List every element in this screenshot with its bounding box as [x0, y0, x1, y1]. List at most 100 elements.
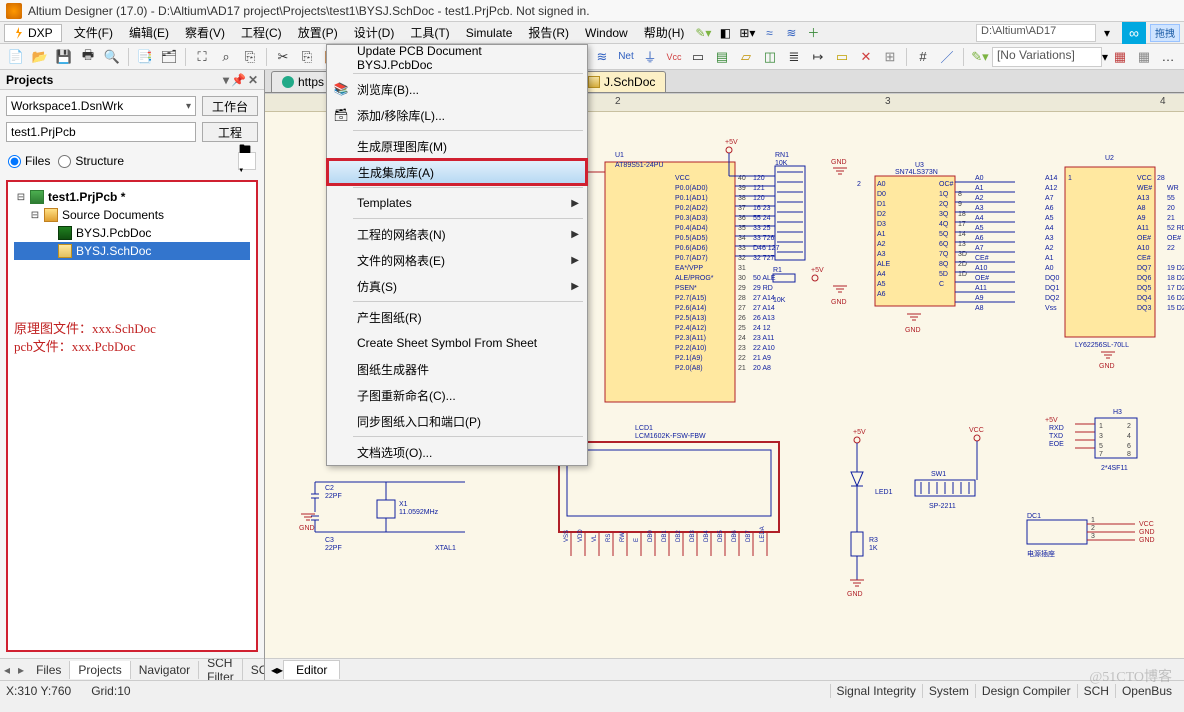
tree-folder-node[interactable]: ⊟ Source Documents: [14, 206, 250, 224]
menu-doc-options[interactable]: 文档选项(O)...: [327, 439, 587, 465]
tree-pcb-node[interactable]: BYSJ.PcbDoc: [14, 224, 250, 242]
component-icon[interactable]: ⊞▾: [738, 24, 756, 42]
menu-window[interactable]: Window: [577, 24, 636, 42]
variations-drop-icon[interactable]: ▾: [1102, 50, 1108, 64]
cut-icon[interactable]: ✂: [272, 46, 294, 68]
part-icon[interactable]: ▭: [687, 46, 709, 68]
menu-view[interactable]: 察看(V): [177, 22, 233, 43]
path-drop-icon[interactable]: ▾: [1098, 24, 1116, 42]
sheet-icon[interactable]: ▤: [711, 46, 733, 68]
menu-simulate-sub[interactable]: 仿真(S)▶: [327, 273, 587, 299]
menu-file[interactable]: 文件(F): [66, 22, 121, 43]
menu-tools[interactable]: 工具(T): [402, 22, 457, 43]
menu-simulate[interactable]: Simulate: [458, 24, 521, 42]
menu-reports[interactable]: 报告(R): [520, 22, 577, 43]
status-design-compiler[interactable]: Design Compiler: [975, 684, 1077, 698]
project-tree[interactable]: ⊟ test1.PrjPcb * ⊟ Source Documents BYSJ…: [6, 180, 258, 652]
menu-project-netlist[interactable]: 工程的网络表(N)▶: [327, 221, 587, 247]
menu-place[interactable]: 放置(P): [290, 22, 346, 43]
status-system[interactable]: System: [922, 684, 975, 698]
add-icon[interactable]: ＋: [804, 24, 822, 42]
zoomarea-icon[interactable]: ⌕: [215, 46, 237, 68]
directive-icon[interactable]: ≣: [783, 46, 805, 68]
pin-label[interactable]: 拖拽: [1150, 24, 1180, 42]
var-icon-2[interactable]: ▦: [1133, 46, 1155, 68]
svg-text:GND: GND: [1099, 363, 1115, 370]
open-icon[interactable]: 📂: [29, 46, 51, 68]
tab-sch[interactable]: SCH: [243, 661, 264, 679]
tab-projects[interactable]: Projects: [70, 661, 130, 679]
bus-icon[interactable]: ≋: [782, 24, 800, 42]
var-icon-1[interactable]: ▦: [1109, 46, 1131, 68]
menu-edit[interactable]: 编辑(E): [121, 22, 177, 43]
noerc-icon[interactable]: ✕: [855, 46, 877, 68]
panel-close-icon[interactable]: ✕: [248, 73, 258, 87]
grid-icon[interactable]: ⊞: [879, 46, 901, 68]
schematic-tab[interactable]: J.SchDoc: [577, 71, 666, 92]
note-icon[interactable]: ▭: [831, 46, 853, 68]
zoomfit-icon[interactable]: ⛶: [191, 46, 213, 68]
workspace-button[interactable]: 工作台: [202, 96, 258, 116]
menu-update-pcb[interactable]: Update PCB Document BYSJ.PcbDoc: [327, 45, 587, 71]
wire-icon[interactable]: ≈: [760, 24, 778, 42]
probe-icon[interactable]: #: [912, 46, 934, 68]
tab-navigator[interactable]: Navigator: [131, 661, 199, 679]
harness-icon[interactable]: ◫: [759, 46, 781, 68]
menu-create-sheet-symbol[interactable]: Create Sheet Symbol From Sheet: [327, 330, 587, 356]
preview-icon[interactable]: 🔍: [101, 46, 123, 68]
variations-combo[interactable]: [No Variations]: [992, 47, 1102, 67]
project-combo[interactable]: test1.PrjPcb: [6, 122, 196, 142]
menu-gen-integrated-lib[interactable]: 生成集成库(A): [327, 159, 587, 185]
tab-next-icon[interactable]: ▸: [14, 661, 28, 679]
tab-files[interactable]: Files: [28, 661, 70, 679]
status-signal-integrity[interactable]: Signal Integrity: [830, 684, 922, 698]
port-icon[interactable]: ▱: [735, 46, 757, 68]
menu-sync-ports[interactable]: 同步图纸入口和端口(P): [327, 408, 587, 434]
filter-icon[interactable]: ✎▾: [694, 24, 712, 42]
menu-gen-schlib[interactable]: 生成原理图库(M): [327, 133, 587, 159]
copy-icon[interactable]: ⎘: [296, 46, 318, 68]
print-icon[interactable]: 🖶: [77, 46, 99, 68]
save-icon[interactable]: 💾: [53, 46, 75, 68]
mask-icon[interactable]: ✎▾: [969, 46, 991, 68]
menu-gen-drawing[interactable]: 产生图纸(R): [327, 304, 587, 330]
files-radio[interactable]: Files: [8, 154, 50, 168]
zoomsel-icon[interactable]: ⎘: [239, 46, 261, 68]
cloud-icon[interactable]: ∞: [1122, 22, 1146, 44]
menu-design[interactable]: 设计(D): [346, 22, 403, 43]
tab-schfilter[interactable]: SCH Filter: [199, 658, 243, 680]
mode-icon[interactable]: ◧: [716, 24, 734, 42]
project-button[interactable]: 工程: [202, 122, 258, 142]
collapse-icon[interactable]: ⊟: [16, 192, 26, 203]
tree-sch-node[interactable]: BYSJ.SchDoc: [14, 242, 250, 260]
pin-icon[interactable]: ↦: [807, 46, 829, 68]
tab-prev-icon[interactable]: ◂: [0, 661, 14, 679]
menu-doc-netlist[interactable]: 文件的网格表(E)▶: [327, 247, 587, 273]
workspace-combo[interactable]: Workspace1.DsnWrk ▾: [6, 96, 196, 116]
net-tool-icon[interactable]: Net: [615, 46, 637, 68]
menu-browse-lib[interactable]: 📚浏览库(B)...: [327, 76, 587, 102]
tree-project-node[interactable]: ⊟ test1.PrjPcb *: [14, 188, 250, 206]
structure-radio[interactable]: Structure: [58, 154, 124, 168]
panel-pin-icon[interactable]: 📌: [231, 73, 246, 87]
menu-rename-sub[interactable]: 子图重新命名(C)...: [327, 382, 587, 408]
collapse-icon[interactable]: ⊟: [30, 210, 40, 221]
dxp-menu[interactable]: DXP: [4, 24, 62, 42]
projects-icon[interactable]: 🗂: [158, 46, 180, 68]
docopen-icon[interactable]: 📑: [134, 46, 156, 68]
bus-tool-icon[interactable]: ≋: [591, 46, 613, 68]
menu-sheet-generator[interactable]: 图纸生成器件: [327, 356, 587, 382]
menu-add-remove-lib[interactable]: 🗃添加/移除库(L)...: [327, 102, 587, 128]
gnd-icon[interactable]: ⏚: [639, 46, 661, 68]
new-icon[interactable]: 📄: [5, 46, 27, 68]
menu-help[interactable]: 帮助(H): [636, 22, 693, 43]
options-button[interactable]: 🖿▾: [238, 152, 256, 170]
line-icon[interactable]: ／: [936, 46, 958, 68]
menu-project[interactable]: 工程(C): [233, 22, 290, 43]
path-field[interactable]: D:\Altium\AD17: [976, 24, 1096, 42]
panel-dropdown-icon[interactable]: ▾: [223, 73, 229, 87]
menu-templates[interactable]: Templates▶: [327, 190, 587, 216]
vcc-icon[interactable]: Vcc: [663, 46, 685, 68]
editor-tab[interactable]: Editor: [283, 660, 340, 679]
more-icon[interactable]: …: [1157, 46, 1179, 68]
